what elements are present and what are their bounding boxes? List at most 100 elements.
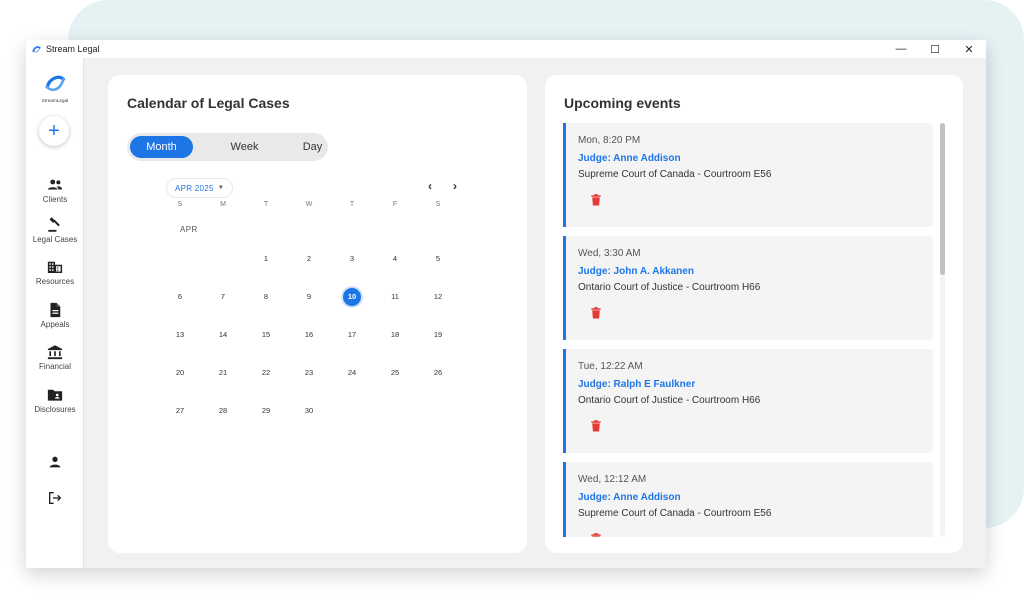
caret-down-icon: ▼	[217, 185, 225, 191]
scrollbar-thumb[interactable]	[940, 123, 945, 275]
weekday-label: S	[177, 201, 183, 208]
calendar-day[interactable]: 17	[343, 326, 361, 344]
event-card[interactable]: Mon, 8:20 PM Judge: Anne Addison Supreme C…	[563, 123, 933, 227]
calendar-day[interactable]: 1	[257, 250, 275, 268]
app-logo-icon	[31, 44, 42, 55]
calendar-day[interactable]: 19	[429, 326, 447, 344]
calendar-day[interactable]: 3	[343, 250, 361, 268]
close-button[interactable]: ✕	[952, 40, 986, 58]
calendar-day[interactable]: 4	[386, 250, 404, 268]
sidebar: StreamLegal + Clients Legal Cases Resour…	[26, 58, 84, 568]
plus-icon: +	[48, 120, 60, 142]
calendar-day[interactable]: 28	[214, 402, 232, 420]
calendar-day[interactable]: 15	[257, 326, 275, 344]
profile-button[interactable]	[26, 454, 84, 470]
event-time: Mon, 8:20 PM	[578, 135, 641, 146]
calendar-day[interactable]: 5	[429, 250, 447, 268]
calendar-day[interactable]: 22	[257, 364, 275, 382]
view-month-button[interactable]: Month	[130, 136, 193, 158]
calendar-day[interactable]: 6	[171, 288, 189, 306]
calendar-day[interactable]: 18	[386, 326, 404, 344]
delete-button[interactable]	[589, 532, 603, 537]
document-icon	[50, 302, 61, 318]
sidebar-item-resources[interactable]: Resources	[26, 258, 84, 286]
sidebar-item-label: Legal Cases	[32, 235, 78, 244]
event-judge[interactable]: Judge: Anne Addison	[578, 492, 681, 503]
delete-button[interactable]	[589, 419, 603, 433]
event-court: Supreme Court of Canada - Courtroom E56	[578, 508, 772, 519]
bank-icon	[47, 345, 63, 360]
sidebar-item-financial[interactable]: Financial	[26, 343, 84, 371]
next-month-button[interactable]: ›	[447, 178, 463, 194]
calendar-day[interactable]: 27	[171, 402, 189, 420]
sidebar-item-label: Disclosures	[34, 405, 76, 414]
sidebar-item-legal-cases[interactable]: Legal Cases	[26, 216, 84, 244]
calendar-day[interactable]: 25	[386, 364, 404, 382]
event-card[interactable]: Tue, 12:22 AM Judge: Ralph E Faulkner Onta…	[563, 349, 933, 453]
calendar-day[interactable]: 29	[257, 402, 275, 420]
event-judge[interactable]: Judge: John A. Akkanen	[578, 266, 694, 277]
window-title: Stream Legal	[46, 44, 100, 54]
sidebar-item-label: Clients	[42, 195, 68, 204]
event-time: Tue, 12:22 AM	[578, 361, 643, 372]
calendar-day[interactable]: 7	[214, 288, 232, 306]
calendar-day[interactable]: 2	[300, 250, 318, 268]
events-scrollbar[interactable]	[940, 123, 945, 537]
gavel-icon	[48, 217, 60, 232]
event-judge[interactable]: Judge: Anne Addison	[578, 153, 681, 164]
weekday-label: S	[435, 201, 441, 208]
brand-logo[interactable]: StreamLegal	[26, 70, 84, 103]
weekday-label: W	[305, 201, 313, 208]
sidebar-item-label: Resources	[35, 277, 75, 286]
month-select-label: APR 2025	[174, 183, 214, 193]
trash-icon	[591, 307, 601, 319]
event-time: Wed, 12:12 AM	[578, 474, 647, 485]
clients-icon	[47, 179, 63, 190]
calendar-day-selected[interactable]: 10	[343, 288, 361, 306]
calendar-day[interactable]: 24	[343, 364, 361, 382]
view-week-button[interactable]: Week	[213, 136, 276, 158]
calendar-day[interactable]: 21	[214, 364, 232, 382]
calendar-day[interactable]: 11	[386, 288, 404, 306]
event-court: Ontario Court of Justice - Courtroom H66	[578, 282, 761, 293]
event-card[interactable]: Wed, 3:30 AM Judge: John A. Akkanen Ontari…	[563, 236, 933, 340]
maximize-button[interactable]: ☐	[918, 40, 952, 58]
minimize-button[interactable]: —	[884, 40, 918, 58]
calendar-day[interactable]: 20	[171, 364, 189, 382]
sidebar-item-disclosures[interactable]: Disclosures	[26, 386, 84, 414]
calendar-day[interactable]: 16	[300, 326, 318, 344]
calendar-day[interactable]: 30	[300, 402, 318, 420]
events-title: Upcoming events	[564, 95, 681, 111]
calendar-day[interactable]: 9	[300, 288, 318, 306]
folder-icon	[47, 389, 63, 401]
trash-icon	[591, 533, 601, 537]
calendar-day[interactable]: 8	[257, 288, 275, 306]
logout-button[interactable]	[26, 490, 84, 506]
stream-legal-logo-icon	[45, 75, 66, 92]
month-label: APR	[180, 225, 198, 234]
calendar-day[interactable]: 26	[429, 364, 447, 382]
title-bar: Stream Legal — ☐ ✕	[26, 40, 986, 58]
calendar-day[interactable]: 14	[214, 326, 232, 344]
sidebar-item-appeals[interactable]: Appeals	[26, 301, 84, 329]
delete-button[interactable]	[589, 306, 603, 320]
month-select[interactable]: APR 2025 ▼	[166, 178, 233, 198]
user-icon	[49, 456, 61, 468]
prev-month-button[interactable]: ‹	[422, 178, 438, 194]
calendar-title: Calendar of Legal Cases	[127, 95, 290, 111]
event-card[interactable]: Wed, 12:12 AM Judge: Anne Addison Supreme …	[563, 462, 933, 537]
logout-icon	[49, 492, 62, 504]
event-court: Ontario Court of Justice - Courtroom H66	[578, 395, 761, 406]
add-button[interactable]: +	[39, 116, 69, 146]
calendar-day[interactable]: 12	[429, 288, 447, 306]
app-window: Stream Legal — ☐ ✕ StreamLegal + Clients…	[26, 40, 986, 568]
calendar-day[interactable]: 23	[300, 364, 318, 382]
calendar-day[interactable]: 13	[171, 326, 189, 344]
view-day-button[interactable]: Day	[281, 136, 344, 158]
view-toggle: Month Week Day	[127, 133, 328, 161]
trash-icon	[591, 194, 601, 206]
delete-button[interactable]	[589, 193, 603, 207]
events-list: Mon, 8:20 PM Judge: Anne Addison Supreme C…	[563, 123, 933, 537]
sidebar-item-clients[interactable]: Clients	[26, 176, 84, 204]
event-judge[interactable]: Judge: Ralph E Faulkner	[578, 379, 695, 390]
